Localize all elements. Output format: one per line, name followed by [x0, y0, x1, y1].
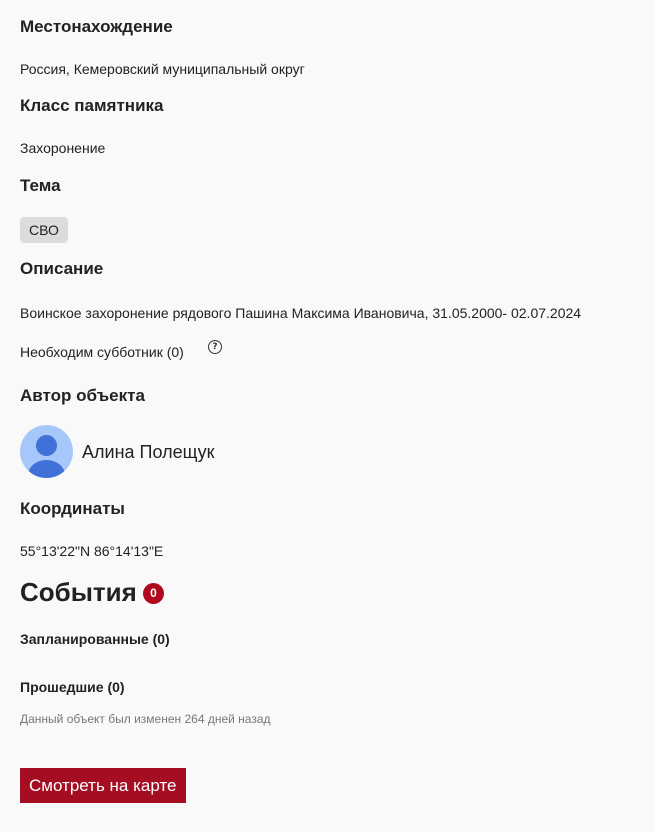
monument-class-value: Захоронение	[20, 140, 106, 156]
location-value: Россия, Кемеровский муниципальный округ	[20, 61, 305, 77]
author-name[interactable]: Алина Полещук	[82, 442, 214, 463]
view-on-map-button[interactable]: Смотреть на карте	[20, 768, 186, 803]
monument-class-heading: Класс памятника	[20, 96, 164, 115]
author-heading: Автор объекта	[20, 386, 145, 405]
topic-tag[interactable]: СВО	[20, 217, 68, 243]
coordinates-heading: Координаты	[20, 499, 125, 518]
avatar[interactable]	[20, 425, 73, 478]
help-icon[interactable]: ?	[208, 340, 222, 354]
planned-events-heading[interactable]: Запланированные (0)	[20, 631, 170, 647]
description-heading: Описание	[20, 259, 104, 278]
events-title: События	[20, 577, 137, 607]
coordinates-value: 55°13'22"N 86°14'13"E	[20, 543, 164, 559]
description-value: Воинское захоронение рядового Пашина Мак…	[20, 305, 582, 321]
last-modified-note: Данный объект был изменен 264 дней назад	[20, 712, 271, 726]
location-heading: Местонахождение	[20, 17, 173, 36]
avatar-body-shape	[28, 460, 65, 478]
past-events-heading[interactable]: Прошедшие (0)	[20, 679, 125, 695]
events-count-badge: 0	[143, 583, 164, 604]
avatar-head-shape	[36, 435, 57, 456]
cleanup-needed-text[interactable]: Необходим субботник (0)	[20, 344, 184, 360]
topic-heading: Тема	[20, 176, 61, 195]
